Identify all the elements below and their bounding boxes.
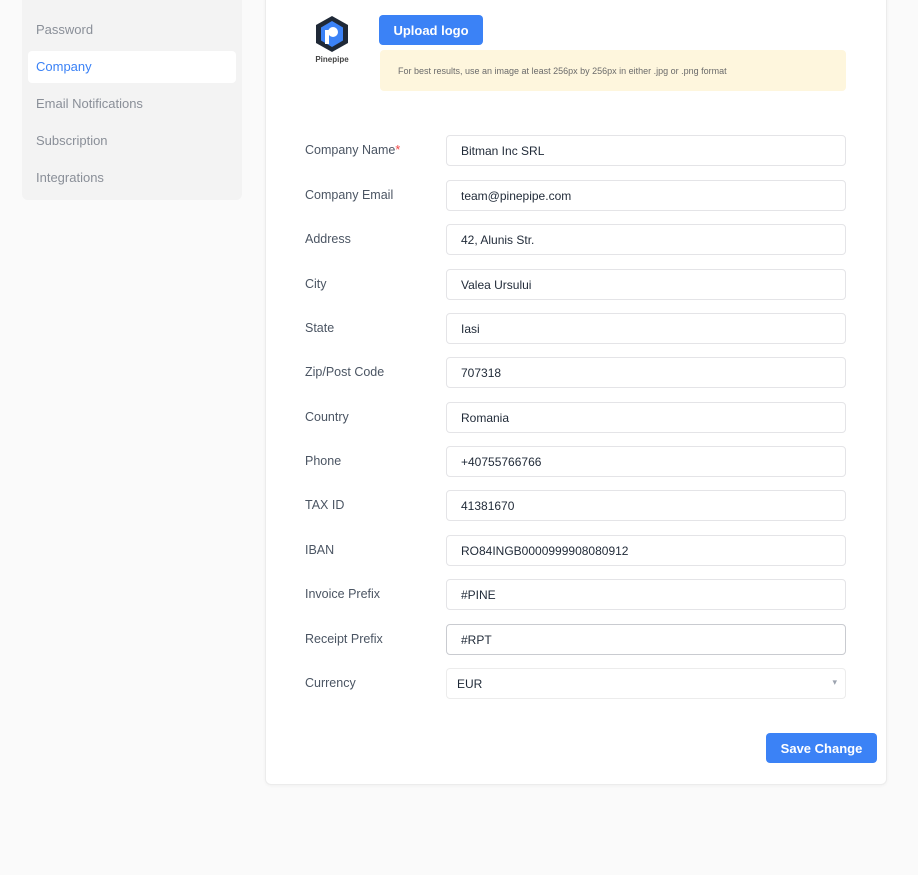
receipt-prefix-row: Receipt Prefix bbox=[305, 624, 846, 655]
pinepipe-logo-icon bbox=[316, 16, 348, 52]
company-email-row: Company Email bbox=[305, 180, 846, 211]
iban-input[interactable] bbox=[446, 535, 846, 566]
iban-row: IBAN bbox=[305, 535, 846, 566]
receipt-prefix-label: Receipt Prefix bbox=[305, 632, 383, 646]
tax-id-label: TAX ID bbox=[305, 498, 345, 512]
company-name-row: Company Name* bbox=[305, 135, 846, 166]
receipt-prefix-input[interactable] bbox=[446, 624, 846, 655]
sidebar-item-integrations[interactable]: Integrations bbox=[28, 162, 236, 194]
company-email-input[interactable] bbox=[446, 180, 846, 211]
company-email-label: Company Email bbox=[305, 188, 394, 202]
sidebar-item-email-notifications[interactable]: Email Notifications bbox=[28, 88, 236, 120]
settings-sidebar: Password Company Email Notifications Sub… bbox=[22, 0, 242, 200]
invoice-prefix-row: Invoice Prefix bbox=[305, 579, 846, 610]
currency-value: EUR bbox=[457, 677, 483, 691]
city-row: City bbox=[305, 269, 846, 300]
required-marker: * bbox=[395, 143, 401, 157]
city-input[interactable] bbox=[446, 269, 846, 300]
iban-label: IBAN bbox=[305, 543, 335, 557]
save-change-button[interactable]: Save Change bbox=[766, 733, 877, 763]
currency-row: Currency EUR ▾ bbox=[305, 668, 846, 699]
country-row: Country bbox=[305, 402, 846, 433]
country-input[interactable] bbox=[446, 402, 846, 433]
chevron-down-icon: ▾ bbox=[832, 677, 837, 687]
tax-id-input[interactable] bbox=[446, 490, 846, 521]
sidebar-item-password[interactable]: Password bbox=[28, 14, 236, 46]
upload-logo-button[interactable]: Upload logo bbox=[379, 15, 483, 45]
state-input[interactable] bbox=[446, 313, 846, 344]
state-label: State bbox=[305, 321, 335, 335]
company-name-input[interactable] bbox=[446, 135, 846, 166]
phone-label: Phone bbox=[305, 454, 342, 468]
address-label: Address bbox=[305, 232, 351, 246]
upload-hint: For best results, use an image at least … bbox=[380, 50, 846, 91]
zip-row: Zip/Post Code bbox=[305, 357, 846, 388]
address-input[interactable] bbox=[446, 224, 846, 255]
logo-wordmark: Pinepipe bbox=[315, 55, 349, 64]
phone-input[interactable] bbox=[446, 446, 846, 477]
zip-label: Zip/Post Code bbox=[305, 365, 385, 379]
sidebar-item-company[interactable]: Company bbox=[28, 51, 236, 83]
address-row: Address bbox=[305, 224, 846, 255]
state-row: State bbox=[305, 313, 846, 344]
currency-label: Currency bbox=[305, 676, 356, 690]
city-label: City bbox=[305, 277, 327, 291]
currency-select[interactable]: EUR ▾ bbox=[446, 668, 846, 699]
company-name-label: Company Name* bbox=[305, 143, 401, 157]
country-label: Country bbox=[305, 410, 349, 424]
tax-id-row: TAX ID bbox=[305, 490, 846, 521]
invoice-prefix-label: Invoice Prefix bbox=[305, 587, 381, 601]
sidebar-item-subscription[interactable]: Subscription bbox=[28, 125, 236, 157]
company-logo: Pinepipe bbox=[307, 14, 357, 68]
phone-row: Phone bbox=[305, 446, 846, 477]
zip-input[interactable] bbox=[446, 357, 846, 388]
invoice-prefix-input[interactable] bbox=[446, 579, 846, 610]
